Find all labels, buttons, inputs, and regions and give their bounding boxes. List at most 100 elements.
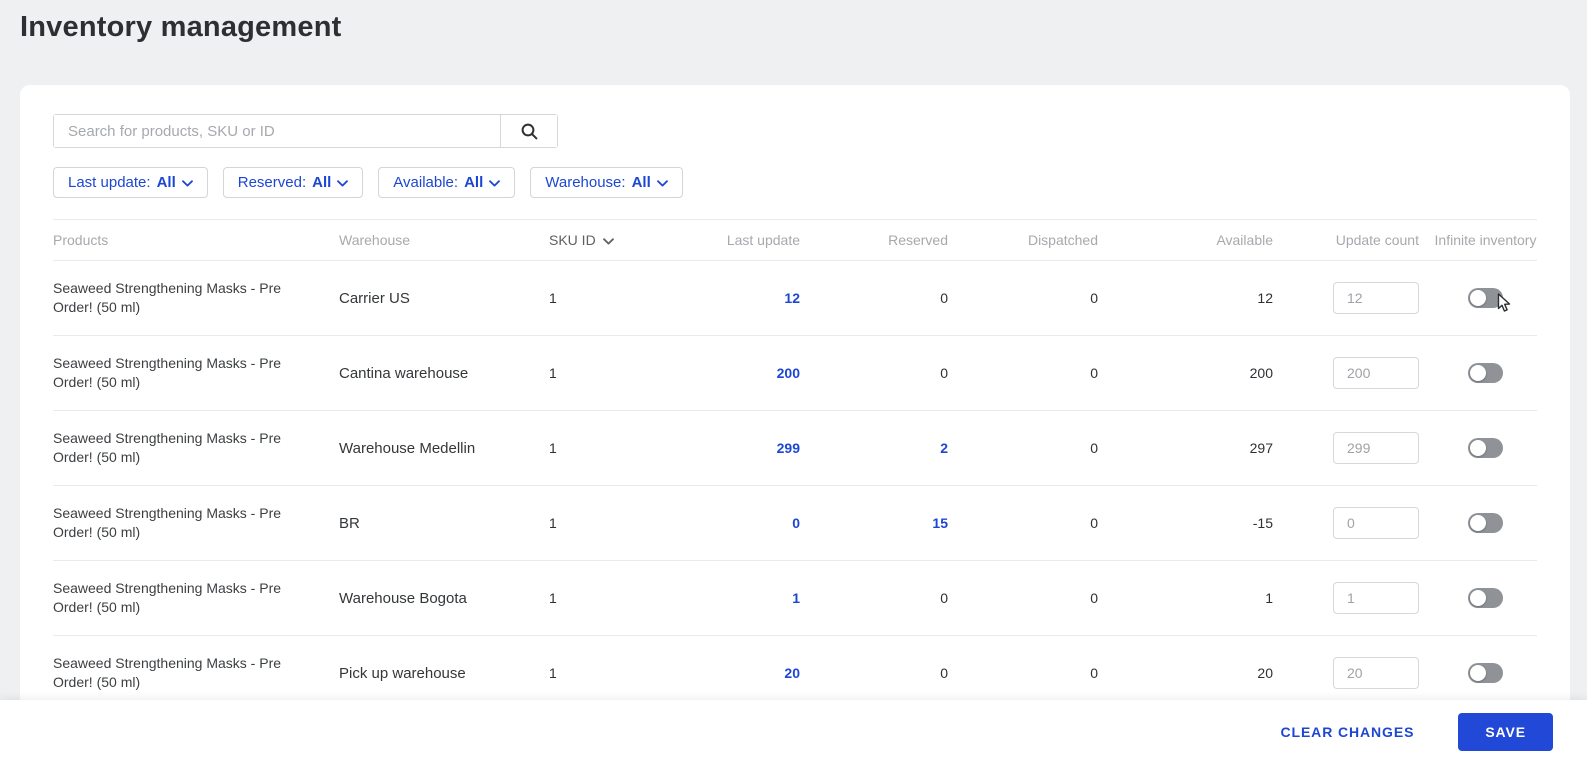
last-update-value: 200 <box>776 365 800 381</box>
update-count-input[interactable] <box>1333 657 1419 689</box>
warehouse-name: Warehouse Medellin <box>339 439 476 457</box>
dispatched-value: 0 <box>1090 440 1098 456</box>
search-button[interactable] <box>500 115 557 147</box>
sku-id-value: 1 <box>549 515 557 531</box>
reserved-value: 0 <box>940 365 948 381</box>
infinite-inventory-toggle[interactable] <box>1468 663 1503 683</box>
warehouse-name: BR <box>339 514 360 532</box>
table-body: Seaweed Strengthening Masks - Pre Order!… <box>53 261 1537 709</box>
sku-id-value: 1 <box>549 590 557 606</box>
dispatched-value: 0 <box>1090 665 1098 681</box>
available-value: 297 <box>1249 440 1273 456</box>
chevron-down-icon <box>181 174 193 191</box>
reserved-value: 2 <box>940 440 948 456</box>
toggle-knob <box>1470 440 1486 456</box>
update-count-input[interactable] <box>1333 357 1419 389</box>
dispatched-value: 0 <box>1090 290 1098 306</box>
update-count-input[interactable] <box>1333 432 1419 464</box>
warehouse-name: Carrier US <box>339 289 410 307</box>
column-header-last-update: Last update <box>726 232 800 248</box>
toggle-knob <box>1470 290 1486 306</box>
available-value: 20 <box>1257 665 1273 681</box>
warehouse-name: Pick up warehouse <box>339 664 466 682</box>
infinite-inventory-toggle[interactable] <box>1468 288 1503 308</box>
filter-reserved[interactable]: Reserved: All <box>222 167 364 198</box>
update-count-input[interactable] <box>1333 582 1419 614</box>
available-value: 1 <box>1265 590 1273 606</box>
filter-label: Warehouse: <box>545 174 626 191</box>
update-count-input[interactable] <box>1333 282 1419 314</box>
column-header-products: Products <box>53 232 109 248</box>
chevron-down-icon <box>656 174 668 191</box>
reserved-value: 15 <box>932 515 948 531</box>
filter-label: Available: <box>393 174 459 191</box>
filter-value: All <box>631 174 651 191</box>
toggle-knob <box>1470 590 1486 606</box>
filter-value: All <box>464 174 484 191</box>
product-name: Seaweed Strengthening Masks - Pre Order!… <box>53 580 282 615</box>
dispatched-value: 0 <box>1090 590 1098 606</box>
available-value: 200 <box>1249 365 1273 381</box>
toggle-knob <box>1470 365 1486 381</box>
filter-label: Reserved: <box>237 174 307 191</box>
sku-id-value: 1 <box>549 665 557 681</box>
reserved-value: 0 <box>940 590 948 606</box>
last-update-value: 12 <box>784 290 800 306</box>
table-header: Products Warehouse SKU ID Last update Re… <box>53 219 1537 261</box>
action-footer: CLEAR CHANGES SAVE <box>0 700 1587 764</box>
table-row: Seaweed Strengthening Masks - Pre Order!… <box>53 561 1537 636</box>
filter-value: All <box>312 174 332 191</box>
dispatched-value: 0 <box>1090 365 1098 381</box>
product-name: Seaweed Strengthening Masks - Pre Order!… <box>53 505 282 540</box>
column-header-sku-id-label: SKU ID <box>549 232 596 248</box>
last-update-value: 1 <box>792 590 800 606</box>
available-value: 12 <box>1257 290 1273 306</box>
chevron-down-icon <box>337 174 349 191</box>
infinite-inventory-toggle[interactable] <box>1468 588 1503 608</box>
filter-warehouse[interactable]: Warehouse: All <box>530 167 683 198</box>
infinite-inventory-toggle[interactable] <box>1468 513 1503 533</box>
column-header-sku-id[interactable]: SKU ID <box>549 232 640 248</box>
product-name: Seaweed Strengthening Masks - Pre Order!… <box>53 655 282 690</box>
filter-available[interactable]: Available: All <box>378 167 516 198</box>
save-button[interactable]: SAVE <box>1458 713 1553 751</box>
sku-id-value: 1 <box>549 290 557 306</box>
column-header-reserved: Reserved <box>888 232 948 248</box>
last-update-value: 0 <box>792 515 800 531</box>
inventory-card: Last update: All Reserved: All Available… <box>20 85 1570 709</box>
toggle-knob <box>1470 665 1486 681</box>
search-bar <box>53 114 558 148</box>
product-name: Seaweed Strengthening Masks - Pre Order!… <box>53 430 282 465</box>
filter-value: All <box>156 174 176 191</box>
infinite-inventory-toggle[interactable] <box>1468 438 1503 458</box>
search-input[interactable] <box>54 115 500 147</box>
table-row: Seaweed Strengthening Masks - Pre Order!… <box>53 486 1537 561</box>
warehouse-name: Cantina warehouse <box>339 364 469 382</box>
clear-changes-button[interactable]: CLEAR CHANGES <box>1280 724 1414 740</box>
last-update-value: 299 <box>776 440 800 456</box>
filter-last-update[interactable]: Last update: All <box>53 167 208 198</box>
table-row: Seaweed Strengthening Masks - Pre Order!… <box>53 336 1537 411</box>
dispatched-value: 0 <box>1090 515 1098 531</box>
update-count-input[interactable] <box>1333 507 1419 539</box>
filter-bar: Last update: All Reserved: All Available… <box>53 167 1537 198</box>
table-row: Seaweed Strengthening Masks - Pre Order!… <box>53 411 1537 486</box>
sort-chevron-down-icon <box>602 232 614 248</box>
page-title: Inventory management <box>20 11 342 43</box>
column-header-update-count: Update count <box>1335 232 1419 248</box>
table-row: Seaweed Strengthening Masks - Pre Order!… <box>53 636 1537 709</box>
product-name: Seaweed Strengthening Masks - Pre Order!… <box>53 355 282 390</box>
column-header-available: Available <box>1216 232 1273 248</box>
table-row: Seaweed Strengthening Masks - Pre Order!… <box>53 261 1537 336</box>
available-value: -15 <box>1252 515 1273 531</box>
toggle-knob <box>1470 515 1486 531</box>
column-header-dispatched: Dispatched <box>1027 232 1098 248</box>
sku-id-value: 1 <box>549 365 557 381</box>
reserved-value: 0 <box>940 665 948 681</box>
infinite-inventory-toggle[interactable] <box>1468 363 1503 383</box>
inventory-table: Products Warehouse SKU ID Last update Re… <box>53 219 1537 709</box>
search-icon <box>520 122 539 141</box>
chevron-down-icon <box>489 174 501 191</box>
filter-label: Last update: <box>68 174 151 191</box>
product-name: Seaweed Strengthening Masks - Pre Order!… <box>53 280 282 315</box>
